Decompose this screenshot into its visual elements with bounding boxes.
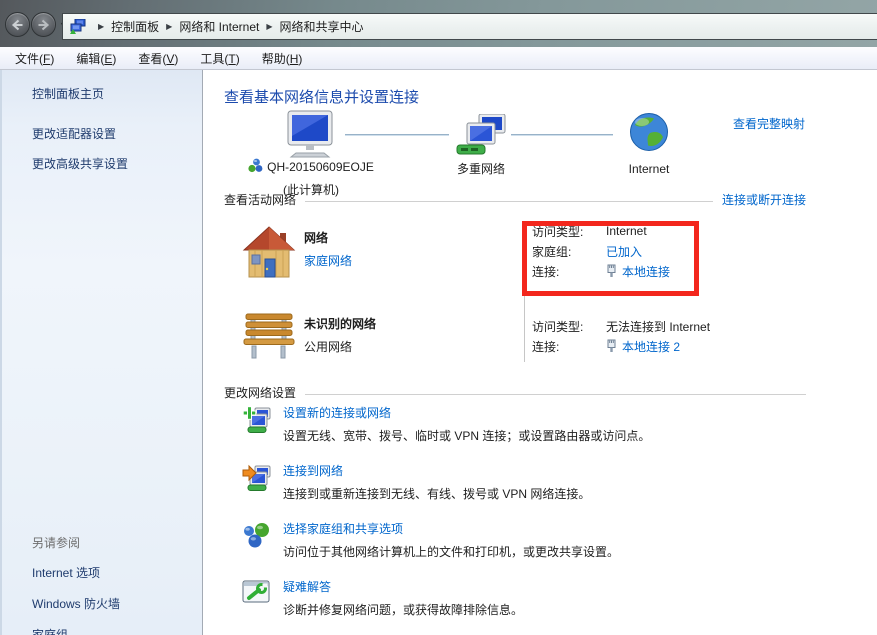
ethernet-plug-icon [606,264,617,278]
menu-bar: 文件(F)编辑(E)查看(V)工具(T)帮助(H) [0,47,877,70]
breadcrumb-arrow-icon: ▶ [266,22,272,31]
menu-t[interactable]: 工具(T) [189,48,250,69]
breadcrumb-item[interactable]: 网络和 Internet [179,18,259,35]
settings-task-link[interactable]: 连接到网络 [283,462,343,479]
sidebar-task-list: 更改适配器设置更改高级共享设置 [2,125,202,172]
detail-value: 无法连接到 Internet [606,318,710,335]
detail-row: 连接: 本地连接 [532,261,670,281]
settings-task-list: 设置新的连接或网络设置无线、宽带、拨号、临时或 VPN 连接；或设置路由器或访问… [242,404,837,635]
titlebar: ▼ ▶控制面板▶网络和 Internet▶网络和共享中心 [0,0,877,47]
divider [305,394,806,395]
network-profile-label: 公用网络 [304,338,352,355]
connect-network-icon [242,462,272,506]
page-title: 查看基本网络信息并设置连接 [224,86,419,107]
detail-row: 访问类型:Internet [532,221,670,241]
detail-row: 连接: 本地连接 2 [532,336,710,356]
change-settings-title: 更改网络设置 [224,384,296,401]
detail-label: 家庭组: [532,243,606,260]
sidebar: 控制面板主页 更改适配器设置更改高级共享设置 另请参阅 Internet 选项 W… [0,70,203,635]
detail-label: 连接: [532,338,606,355]
computer-name: QH-20150609EOJE [267,160,374,174]
network-center-icon [69,19,87,35]
homegroup-icon [242,520,272,564]
window-body: 控制面板主页 更改适配器设置更改高级共享设置 另请参阅 Internet 选项 W… [0,70,877,635]
divider [305,201,713,202]
see-also-link[interactable]: 家庭组 [32,626,202,635]
back-button[interactable] [5,12,30,37]
internet-label: Internet [607,162,691,176]
settings-task-item: 连接到网络连接到或重新连接到无线、有线、拨号或 VPN 网络连接。 [242,462,837,506]
detail-row: 家庭组:已加入 [532,241,670,261]
network-sharing-center-window: ▼ ▶控制面板▶网络和 Internet▶网络和共享中心 文件(F)编辑(E)查… [0,0,877,635]
detail-label: 访问类型: [532,318,606,335]
network-details: 访问类型:无法连接到 Internet连接:本地连接 2 [532,316,710,356]
settings-task-link[interactable]: 设置新的连接或网络 [283,404,391,421]
internet-globe-icon[interactable] [629,112,669,152]
network-name: 未识别的网络 [304,315,376,332]
settings-task-description: 访问位于其他网络计算机上的文件和打印机，或更改共享设置。 [283,543,619,560]
settings-task-item: 疑难解答诊断并修复网络问题，或获得故障排除信息。 [242,578,837,622]
map-connector-line [511,134,613,136]
address-bar[interactable]: ▶ 控制面板 ▶ 网络和 Internet ▶ 网络和共享中心 [62,13,877,40]
details-column-divider [524,222,525,362]
network-profile-link[interactable]: 家庭网络 [304,252,352,269]
settings-task-item: 设置新的连接或网络设置无线、宽带、拨号、临时或 VPN 连接；或设置路由器或访问… [242,404,837,448]
see-also-link[interactable]: Windows 防火墙 [32,595,202,612]
see-also-header: 另请参阅 [32,534,202,551]
map-connector-line [345,134,449,136]
settings-task-link[interactable]: 选择家庭组和共享选项 [283,520,403,537]
settings-task-item: 选择家庭组和共享选项访问位于其他网络计算机上的文件和打印机，或更改共享设置。 [242,520,837,564]
menu-v[interactable]: 查看(V) [127,48,189,69]
connection-link[interactable]: 本地连接 [622,263,670,280]
detail-label: 访问类型: [532,223,606,240]
public-network-bench-icon [242,312,296,362]
breadcrumb-item[interactable]: 网络和共享中心 [280,18,364,35]
connection-link[interactable]: 已加入 [606,243,642,260]
sidebar-item-control-panel-home[interactable]: 控制面板主页 [32,85,202,102]
ethernet-plug-icon [606,339,617,353]
see-also-link[interactable]: Internet 选项 [32,564,202,581]
connect-disconnect-link[interactable]: 连接或断开连接 [722,191,806,208]
change-settings-header: 更改网络设置 [224,384,806,401]
sidebar-task-link[interactable]: 更改适配器设置 [32,125,202,142]
menu-h[interactable]: 帮助(H) [251,48,314,69]
settings-task-link[interactable]: 疑难解答 [283,578,331,595]
sidebar-task-link[interactable]: 更改高级共享设置 [32,155,202,172]
detail-value: Internet [606,224,647,238]
active-networks-header: 查看活动网络 连接或断开连接 [224,191,806,208]
detail-row: 访问类型:无法连接到 Internet [532,316,710,336]
settings-task-description: 诊断并修复网络问题，或获得故障排除信息。 [283,601,523,618]
breadcrumb-item[interactable]: 控制面板 [111,18,159,35]
main-content: 查看基本网络信息并设置连接 查看完整映射 [203,70,877,635]
settings-task-description: 连接到或重新连接到无线、有线、拨号或 VPN 网络连接。 [283,485,590,502]
home-network-icon [242,225,296,281]
active-networks-title: 查看活动网络 [224,191,296,208]
menu-e[interactable]: 编辑(E) [65,48,127,69]
connection-link[interactable]: 本地连接 2 [622,338,680,355]
homegroup-mini-icon [248,158,263,176]
menu-f[interactable]: 文件(F) [4,48,65,69]
multiple-networks-label: 多重网络 [436,160,526,177]
troubleshoot-icon [242,578,272,622]
detail-label: 连接: [532,263,606,280]
network-details: 访问类型:Internet家庭组:已加入连接:本地连接 [532,221,670,281]
settings-task-description: 设置无线、宽带、拨号、临时或 VPN 连接；或设置路由器或访问点。 [283,427,650,444]
sidebar-see-also: 另请参阅 Internet 选项 Windows 防火墙家庭组 [2,534,202,635]
breadcrumb-arrow-icon: ▶ [98,22,104,31]
forward-button[interactable] [31,12,56,37]
breadcrumb-arrow-icon: ▶ [166,22,172,31]
this-computer-icon[interactable] [281,110,339,158]
multiple-networks-icon[interactable] [455,114,507,156]
new-connection-icon [242,404,272,448]
network-name: 网络 [304,229,328,246]
breadcrumb: ▶ 控制面板 ▶ 网络和 Internet ▶ 网络和共享中心 [91,18,364,35]
